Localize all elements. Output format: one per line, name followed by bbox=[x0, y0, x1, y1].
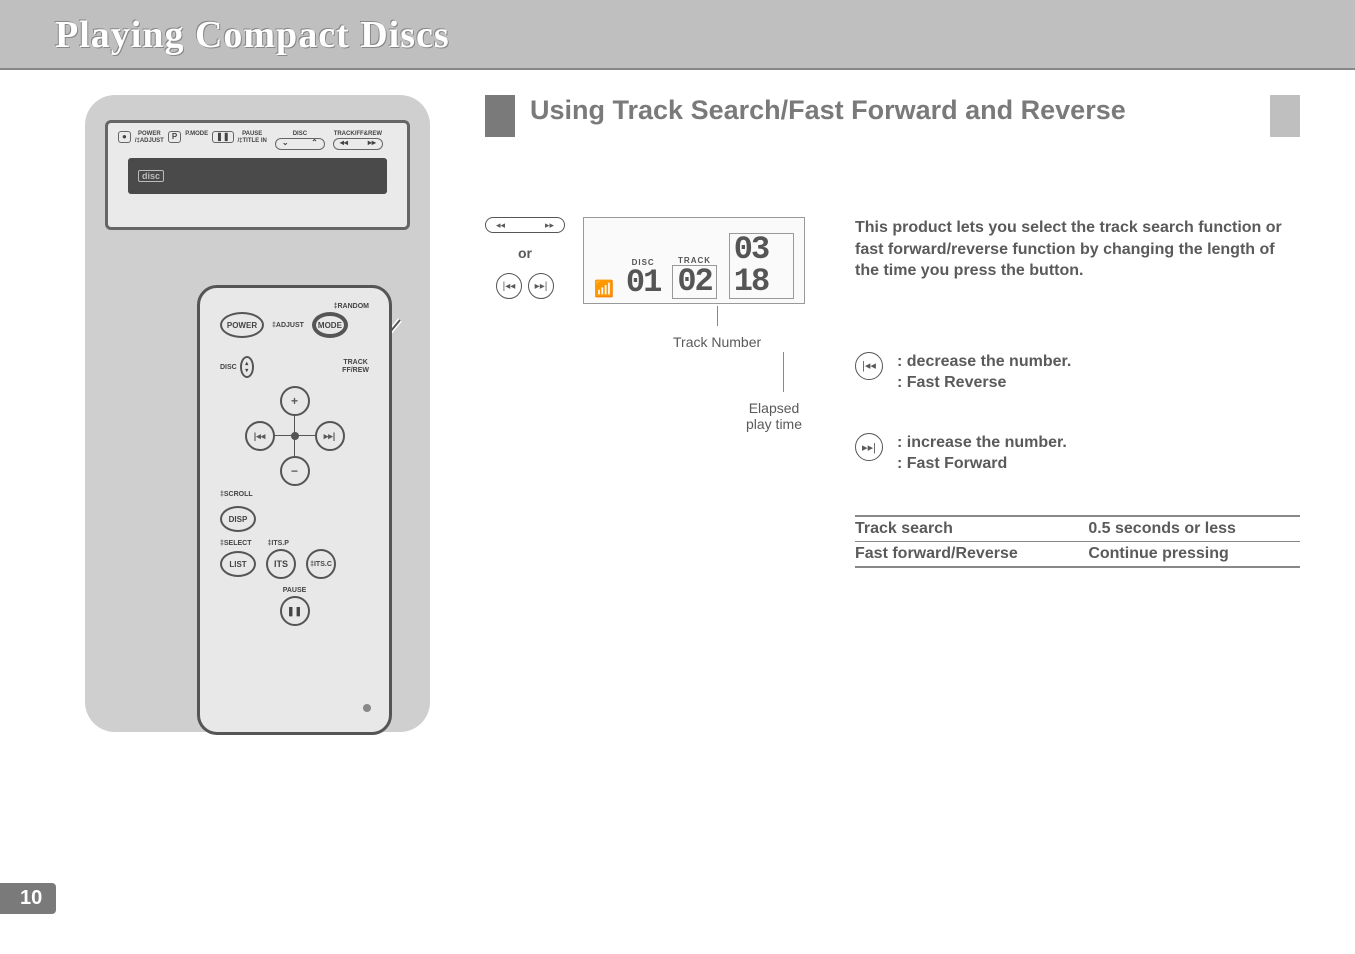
section-header: Using Track Search/Fast Forward and Reve… bbox=[485, 95, 1300, 137]
prev-description-row: |◂◂ : decrease the number. : Fast Revers… bbox=[855, 352, 1300, 394]
rc-list-button: LIST bbox=[220, 551, 256, 577]
button-options: ◂◂▸▸ or |◂◂ ▸▸| bbox=[485, 217, 565, 299]
rew-icon: ◂◂ bbox=[340, 139, 348, 148]
head-unit-illustration: ● POWER/‡ADJUST P P.MODE ❚❚ PAUSE/‡TITLE… bbox=[105, 120, 410, 230]
rc-next-button: ▸▸| bbox=[315, 421, 345, 451]
section-title: Using Track Search/Fast Forward and Reve… bbox=[530, 95, 1260, 137]
cd-logo-icon: disc bbox=[138, 170, 164, 182]
rc-indicator-icon bbox=[363, 704, 371, 712]
hu-pmode-button: P bbox=[168, 131, 181, 143]
hu-power-icon: ● bbox=[118, 131, 131, 143]
rc-plus-button: + bbox=[280, 386, 310, 416]
ff-icon: ▸▸ bbox=[368, 139, 376, 148]
skip-prev-icon: |◂◂ bbox=[855, 352, 883, 380]
rc-pause-button: ❚❚ bbox=[280, 596, 310, 626]
table-row: Track search 0.5 seconds or less bbox=[855, 516, 1300, 542]
section-marker-icon bbox=[485, 95, 515, 137]
hu-pause-icon: ❚❚ bbox=[212, 131, 233, 143]
hu-lcd: disc bbox=[128, 158, 387, 194]
page-title: Playing Compact Discs bbox=[55, 13, 450, 57]
rc-its-button: ITS bbox=[266, 549, 296, 579]
up-icon: ⌃ bbox=[311, 139, 318, 148]
rc-disp-button: DISP bbox=[220, 506, 256, 532]
press-duration-table: Track search 0.5 seconds or less Fast fo… bbox=[855, 515, 1300, 568]
or-label: or bbox=[518, 245, 532, 261]
signal-icon: 📶 bbox=[594, 279, 614, 299]
down-icon: ⌄ bbox=[282, 139, 289, 148]
lcd-disc-num: 01 bbox=[626, 267, 660, 299]
rc-prev-button: |◂◂ bbox=[245, 421, 275, 451]
lcd-diagram: 📶 DISC 01 TRACK 02 03 18 bbox=[583, 217, 805, 432]
table-row: Fast forward/Reverse Continue pressing bbox=[855, 541, 1300, 567]
prev-button-icon: |◂◂ bbox=[496, 273, 522, 299]
rc-disc-rocker: ▴▾ bbox=[240, 356, 254, 378]
rc-power-button: POWER bbox=[220, 312, 264, 338]
rc-dpad: + − |◂◂ ▸▸| bbox=[245, 386, 345, 486]
rc-mode-button: MODE bbox=[312, 312, 348, 338]
next-description-row: ▸▸| : increase the number. : Fast Forwar… bbox=[855, 433, 1300, 475]
rocker-button-icon: ◂◂▸▸ bbox=[485, 217, 565, 233]
content-area: ● POWER/‡ADJUST P P.MODE ❚❚ PAUSE/‡TITLE… bbox=[0, 70, 1355, 732]
page-header: Playing Compact Discs bbox=[0, 0, 1355, 70]
skip-next-icon: ▸▸| bbox=[855, 433, 883, 461]
lcd-track-num: 02 bbox=[672, 265, 716, 299]
page-number: 10 bbox=[0, 883, 56, 914]
remote-illustration: ‡RANDOM POWER ‡ADJUST MODE DISC ▴▾ TRACK… bbox=[197, 285, 392, 735]
rc-minus-button: − bbox=[280, 456, 310, 486]
callout-time: Elapsed play time bbox=[743, 400, 805, 432]
device-illustration-panel: ● POWER/‡ADJUST P P.MODE ❚❚ PAUSE/‡TITLE… bbox=[85, 95, 430, 732]
lcd-time: 03 18 bbox=[729, 233, 794, 299]
intro-text: This product lets you select the track s… bbox=[855, 217, 1300, 282]
callout-track: Track Number bbox=[673, 334, 761, 350]
rc-itsc-button: ‡ITS.C bbox=[306, 549, 336, 579]
next-button-icon: ▸▸| bbox=[528, 273, 554, 299]
